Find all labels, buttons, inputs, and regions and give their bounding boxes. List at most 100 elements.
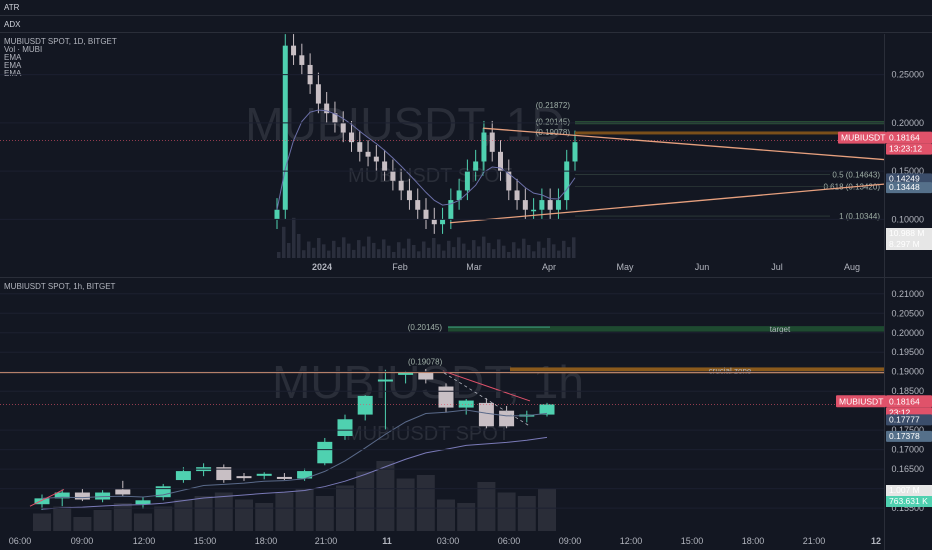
hourly-y-tick: 0.16500 (891, 464, 924, 474)
hourly-vol2-badge: 763.631 K (889, 496, 928, 506)
daily-volume-bar (312, 247, 316, 258)
daily-candle-body (539, 200, 545, 210)
daily-volume-bar (492, 249, 496, 258)
daily-price-badge: 0.18164 (889, 133, 920, 143)
hourly-candle-body (115, 489, 131, 495)
daily-candle-body (423, 209, 429, 220)
hourly-y-tick: 0.18500 (891, 386, 924, 396)
daily-crucial-band (575, 131, 884, 135)
hourly-volume-bar (477, 482, 496, 531)
daily-volume-bar (487, 242, 491, 258)
daily-fib-label: (0.21872) (536, 101, 571, 110)
daily-volume-bar (537, 241, 541, 258)
hourly-volume-bar (73, 517, 92, 531)
hourly-volume-bar (457, 503, 476, 531)
hourly-price-badge: 0.18164 (889, 396, 920, 406)
daily-volume-bar (322, 244, 326, 258)
daily-candle-body (464, 171, 470, 191)
crucial-level-label: (0.19078) (408, 358, 443, 367)
daily-volume-bar (552, 244, 556, 258)
hourly-legend-line: MUBIUSDT SPOT, 1h, BITGET (4, 282, 116, 291)
hourly-candle-body (499, 410, 515, 427)
daily-volume-bar (452, 247, 456, 258)
daily-candle-body (531, 209, 537, 212)
daily-pane[interactable] (0, 34, 932, 277)
daily-volume-bar (477, 246, 481, 258)
daily-volume-bar (287, 243, 291, 258)
hourly-x-tick: 06:00 (498, 536, 521, 546)
daily-candle-body (489, 132, 495, 152)
daily-countdown-badge: 13:23:12 (889, 144, 922, 154)
hourly-candle-body (478, 402, 494, 427)
daily-volume-bar (382, 239, 386, 258)
hourly-x-tick: 21:00 (803, 536, 826, 546)
daily-volume-bar (522, 238, 526, 258)
hourly-x-tick: 11 (382, 536, 392, 546)
hourly-vol1-badge: 1.007 M (889, 485, 920, 495)
hourly-volume-bar (497, 492, 516, 531)
daily-volume-bar (412, 245, 416, 258)
hourly-x-tick: 12:00 (133, 536, 156, 546)
daily-x-tick: Jun (695, 262, 710, 272)
daily-candle-body (564, 161, 570, 201)
hourly-volume-bar (538, 489, 556, 531)
daily-symbol-badge: MUBIUSDT (841, 133, 885, 143)
chart-canvas[interactable]: MUBIUSDT, 1D MUBIUSDT SPOT MUBIUSDT SPOT… (0, 0, 932, 550)
daily-candle-body (315, 84, 321, 104)
hourly-x-tick: 18:00 (742, 536, 765, 546)
hourly-volume-bar (295, 489, 314, 531)
hourly-y-tick: 0.19500 (891, 347, 924, 357)
daily-volume-bar (557, 250, 561, 258)
daily-candle-body (555, 200, 561, 210)
hourly-volume-bar (376, 461, 395, 531)
daily-volume-bar (277, 252, 281, 258)
hourly-symbol-badge: MUBIUSDT (839, 396, 883, 406)
hourly-candle-body (377, 379, 393, 382)
hourly-candle-body (236, 476, 252, 479)
daily-candle-body (291, 45, 297, 56)
hourly-volume-bar (255, 503, 274, 531)
daily-y-tick: 0.25000 (891, 70, 924, 80)
hourly-volume-bar (275, 492, 294, 531)
hourly-x-tick: 12:00 (620, 536, 643, 546)
daily-candle-body (390, 171, 396, 181)
daily-volume-bar (387, 245, 391, 258)
daily-legend-line: EMA (4, 69, 22, 78)
daily-candle-body (340, 122, 346, 133)
hourly-x-tick: 15:00 (681, 536, 704, 546)
hourly-candle-body (418, 372, 434, 380)
daily-x-tick: Aug (844, 262, 860, 272)
hourly-volume-bar (53, 506, 72, 531)
daily-x-tick: May (616, 262, 634, 272)
hourly-volume-bar (33, 513, 51, 531)
hourly-volume-bar (194, 496, 213, 531)
daily-volume-bar (467, 249, 471, 258)
hourly-ema2-badge: 0.17378 (889, 431, 920, 441)
daily-volume-bar (402, 248, 406, 258)
daily-volume-bar (447, 240, 451, 258)
daily-candle-body (365, 151, 371, 157)
hourly-x-tick: 12 (871, 536, 881, 546)
daily-vol2-badge: 8.297 M (889, 239, 920, 249)
daily-volume-bar (352, 249, 356, 258)
hourly-y-tick: 0.21000 (891, 289, 924, 299)
daily-volume-bar (527, 245, 531, 258)
daily-volume-bar (482, 236, 486, 258)
hourly-x-tick: 21:00 (315, 536, 338, 546)
daily-volume-bar (422, 241, 426, 258)
daily-volume-bar (462, 243, 466, 258)
hourly-x-tick: 18:00 (255, 536, 278, 546)
daily-volume-bar (437, 244, 441, 258)
daily-volume-bar (417, 251, 421, 258)
daily-volume-bar (517, 248, 521, 258)
hourly-volume-bar (113, 503, 132, 531)
daily-volume-bar (497, 239, 501, 258)
daily-x-tick: 2024 (312, 262, 332, 272)
daily-volume-bar (397, 242, 401, 258)
daily-fib-label: (0.20145) (536, 117, 571, 126)
daily-y-tick: 0.20000 (891, 118, 924, 128)
daily-fib-label: 0.5 (0.14643) (832, 171, 880, 180)
hourly-x-tick: 09:00 (71, 536, 94, 546)
daily-y-tick: 0.10000 (891, 214, 924, 224)
hourly-x-tick: 03:00 (437, 536, 460, 546)
